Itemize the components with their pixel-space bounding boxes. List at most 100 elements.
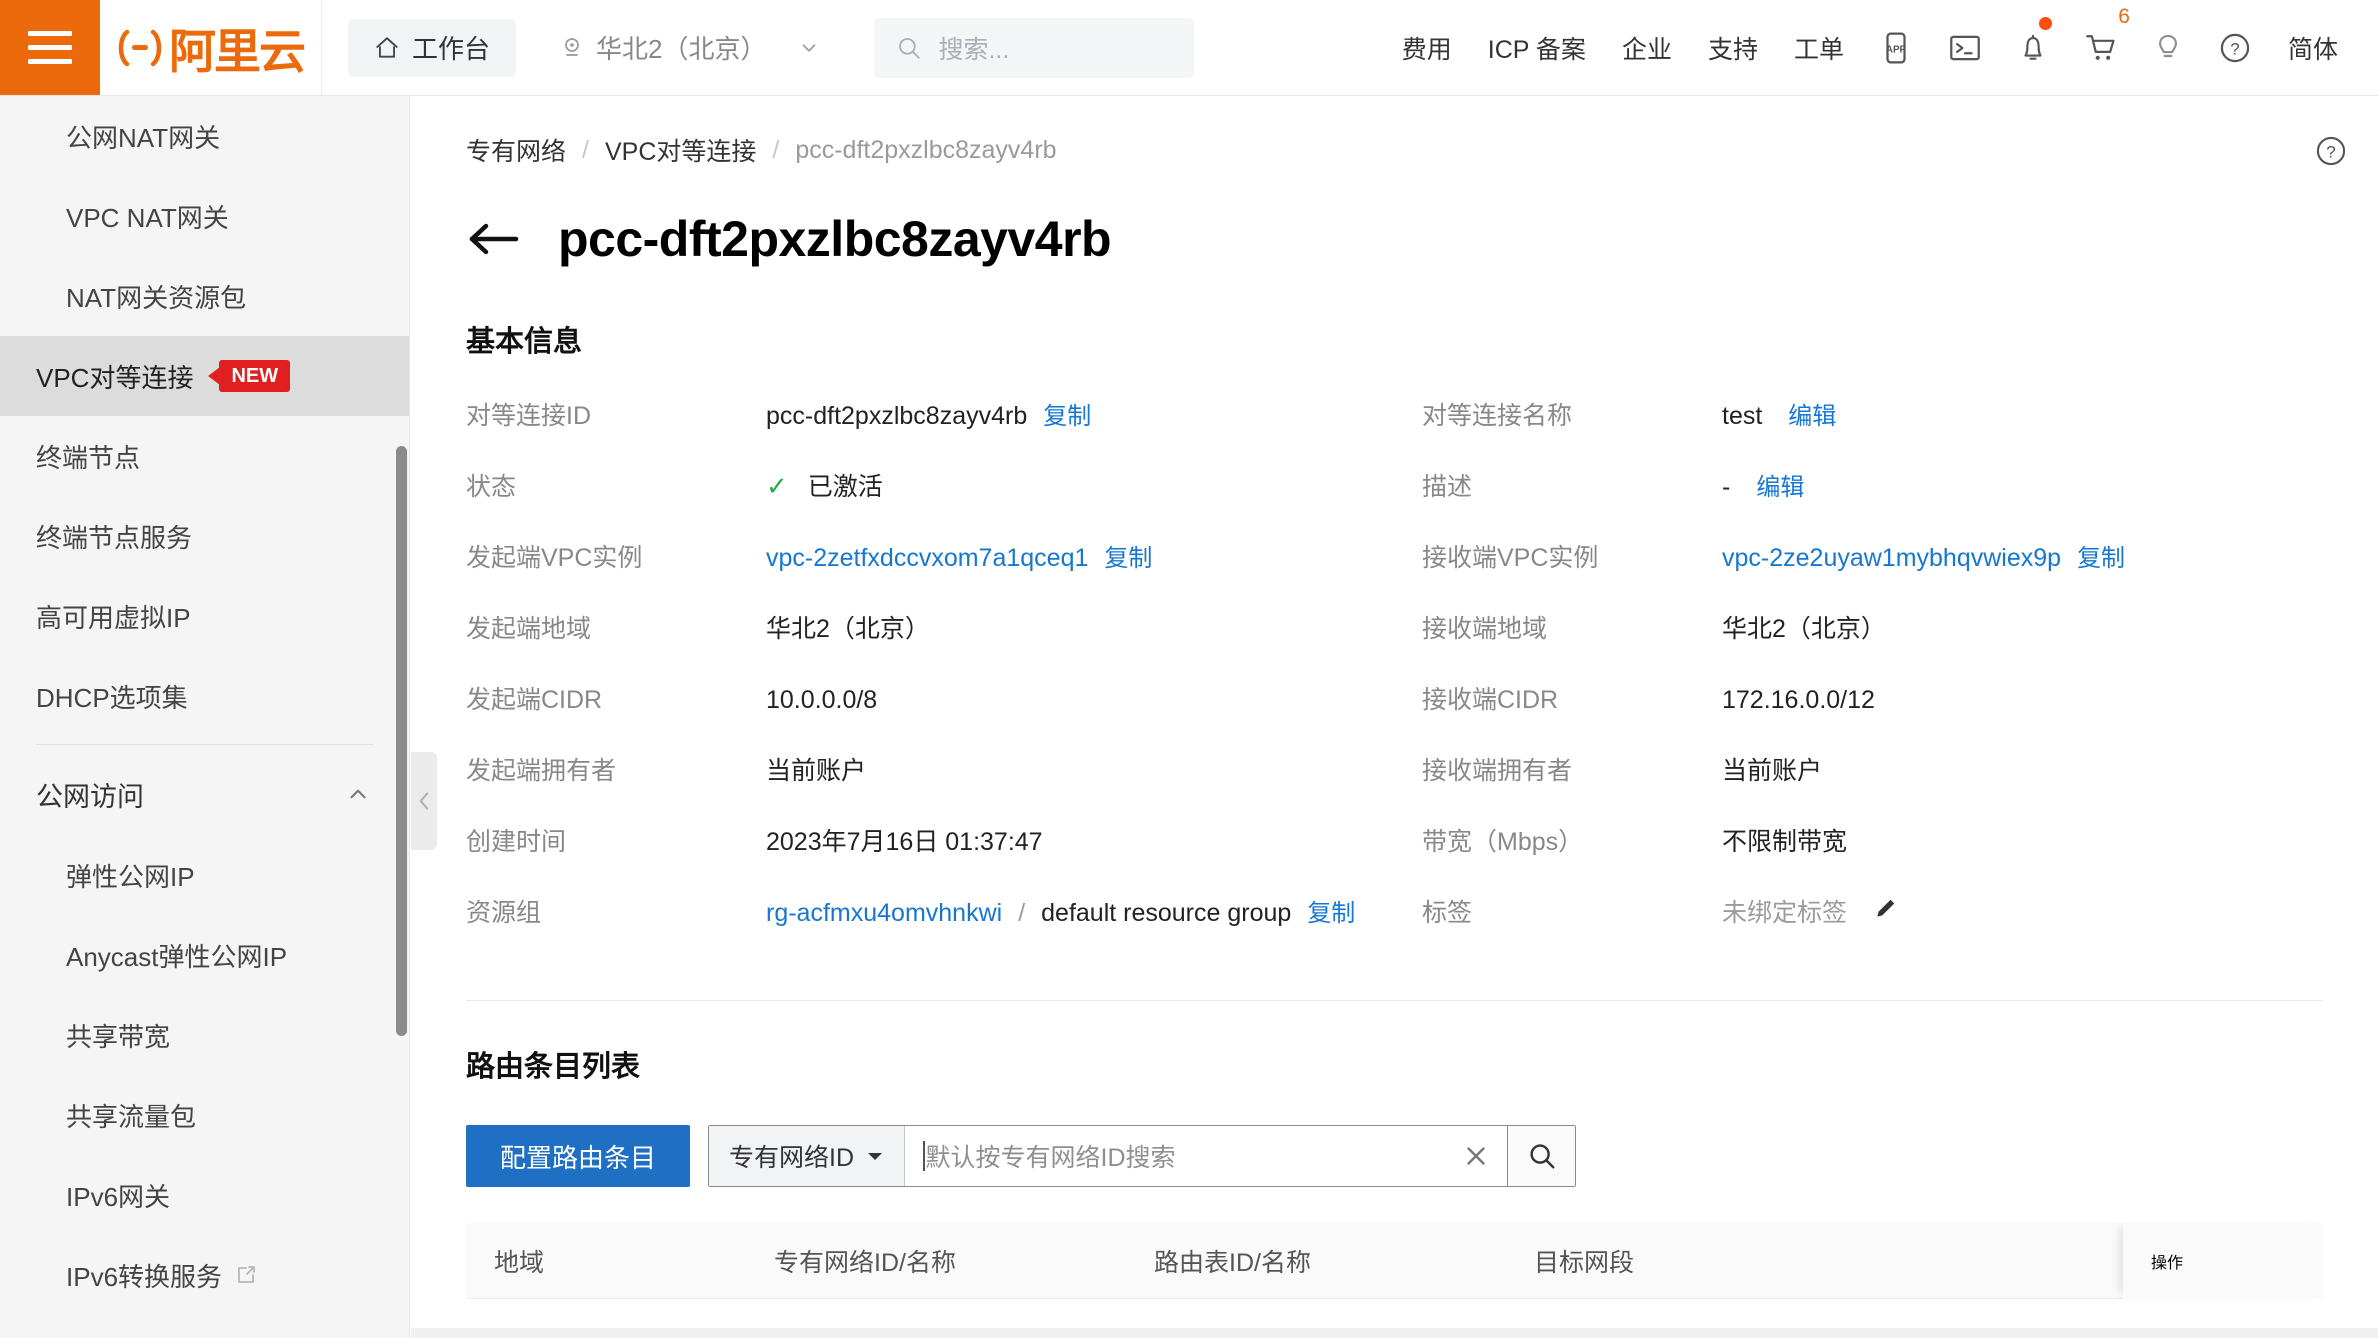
configure-route-button[interactable]: 配置路由条目 <box>466 1125 691 1187</box>
sidebar-item-vpc-nat-gateway[interactable]: VPC NAT网关 <box>0 176 409 256</box>
filter-type-select[interactable]: 专有网络ID <box>709 1126 906 1186</box>
arrow-left-icon[interactable] <box>466 217 522 261</box>
page-help-question-icon[interactable]: ? <box>2314 134 2348 173</box>
sidebar-item-eip[interactable]: 弹性公网IP <box>0 835 409 915</box>
column-header-vpc-id-name: 专有网络ID/名称 <box>774 1248 956 1277</box>
info-value: vpc-2ze2uyaw1mybhqvwiex9p 复制 <box>1722 538 2125 573</box>
route-search-group: 专有网络ID 默认按专有网络ID搜索 <box>708 1125 1577 1187</box>
info-label: 创建时间 <box>466 828 567 856</box>
svg-text:?: ? <box>2326 143 2335 162</box>
pencil-edit-icon[interactable] <box>1873 895 1899 928</box>
sidebar-item-label: 终端节点服务 <box>36 522 193 553</box>
edit-link[interactable]: 编辑 <box>1756 467 1804 502</box>
route-search-input[interactable]: 默认按专有网络ID搜索 <box>905 1126 1445 1186</box>
app-icon[interactable]: APP <box>1862 31 1930 65</box>
nav-link-enterprise[interactable]: 企业 <box>1604 30 1690 66</box>
workbench-label: 工作台 <box>412 34 491 64</box>
info-label: 状态 <box>466 473 517 501</box>
copy-link[interactable]: 复制 <box>1043 396 1091 431</box>
home-icon <box>376 36 398 58</box>
copy-link[interactable]: 复制 <box>1104 538 1152 573</box>
sidebar-group-public-access[interactable]: 公网访问 <box>0 753 409 835</box>
global-search-placeholder: 搜索... <box>938 35 1010 64</box>
alibaba-cloud-logo[interactable]: 阿里云 <box>100 0 322 95</box>
resource-group-name: default resource group <box>1041 899 1292 927</box>
close-x-icon[interactable] <box>1445 1126 1507 1186</box>
route-table: 地域 专有网络ID/名称 路由表ID/名称 目标网段 操作 没有数据 CSDN … <box>466 1222 2323 1338</box>
info-value: - 编辑 <box>1722 467 1804 502</box>
terminal-icon[interactable] <box>1930 32 2000 64</box>
workbench-button[interactable]: 工作台 <box>348 18 517 77</box>
sidebar-item-ipv6-translation[interactable]: IPv6转换服务 <box>0 1235 409 1315</box>
basic-info-right-column: 对等连接名称 test 编辑 描述 - 编辑 接收端VPC实例 vpc-2ze2… <box>1422 396 2378 964</box>
chevron-down-icon <box>868 1153 883 1160</box>
sidebar-item-label: VPC NAT网关 <box>66 202 229 233</box>
sidebar-item-endpoint[interactable]: 终端节点 <box>0 416 409 496</box>
global-search-input[interactable]: 搜索... <box>874 17 1195 78</box>
bell-notification-icon[interactable] <box>2000 16 2066 65</box>
info-row-description: 描述 - 编辑 <box>1422 467 2378 538</box>
language-selector[interactable]: 简体 <box>2270 30 2356 66</box>
sidebar-item-label: DHCP选项集 <box>36 682 188 713</box>
main-content: 专有网络 / VPC对等连接 / pcc-dft2pxzlbc8zayv4rb … <box>411 96 2378 1338</box>
region-selector[interactable]: 华北2（北京） <box>546 19 834 77</box>
info-row-source-vpc: 发起端VPC实例 vpc-2zetfxdccvxom7a1qceq1 复制 <box>466 538 1422 609</box>
info-label: 带宽（Mbps） <box>1422 828 1584 856</box>
sidebar-item-endpoint-service[interactable]: 终端节点服务 <box>0 496 409 576</box>
sidebar-item-vpc-peering[interactable]: VPC对等连接 NEW <box>0 336 409 416</box>
nav-link-icp[interactable]: ICP 备案 <box>1470 30 1604 66</box>
edit-link[interactable]: 编辑 <box>1788 396 1836 431</box>
location-pin-icon <box>565 37 579 56</box>
info-value: 不限制带宽 <box>1722 828 1848 856</box>
column-header-route-table-id-name: 路由表ID/名称 <box>1154 1248 1311 1277</box>
shopping-cart-icon[interactable]: 6 <box>2066 5 2136 65</box>
info-label: 接收端地域 <box>1422 615 1548 643</box>
sidebar-scrollbar[interactable] <box>396 446 407 1036</box>
breadcrumb-item-vpc[interactable]: 专有网络 <box>466 132 566 168</box>
sidebar-item-ipv6-gateway[interactable]: IPv6网关 <box>0 1155 409 1235</box>
hamburger-menu-icon[interactable] <box>0 0 100 95</box>
chevron-up-icon <box>350 789 366 799</box>
info-value: 当前账户 <box>766 757 867 785</box>
copy-link[interactable]: 复制 <box>2077 538 2125 573</box>
nav-link-tickets[interactable]: 工单 <box>1776 30 1862 66</box>
copy-link[interactable]: 复制 <box>1307 893 1355 928</box>
sidebar-item-public-nat-gateway[interactable]: 公网NAT网关 <box>0 96 409 176</box>
info-label: 接收端VPC实例 <box>1422 544 1599 572</box>
svg-text:?: ? <box>2230 39 2239 58</box>
info-value: ✓ 已激活 <box>766 467 883 503</box>
sidebar-item-shared-bandwidth[interactable]: 共享带宽 <box>0 995 409 1075</box>
nav-link-support[interactable]: 支持 <box>1690 30 1776 66</box>
info-value: 华北2（北京） <box>766 615 930 643</box>
sidebar-item-dhcp-options[interactable]: DHCP选项集 <box>0 656 409 736</box>
sidebar-item-shared-traffic[interactable]: 共享流量包 <box>0 1075 409 1155</box>
info-label: 资源组 <box>466 899 542 927</box>
text-caret <box>923 1141 925 1171</box>
breadcrumb-item-peering[interactable]: VPC对等连接 <box>605 132 756 168</box>
route-list-title: 路由条目列表 <box>466 1051 641 1083</box>
sidebar-collapse-handle[interactable] <box>411 752 437 850</box>
info-value: 2023年7月16日 01:37:47 <box>766 828 1043 856</box>
nav-link-fees[interactable]: 费用 <box>1384 30 1470 66</box>
region-label: 华北2（北京） <box>596 34 767 64</box>
resource-group-link[interactable]: rg-acfmxu4omvhnkwi <box>766 899 1002 928</box>
lightbulb-icon[interactable] <box>2136 31 2200 65</box>
sidebar-item-label: 公网NAT网关 <box>66 122 221 153</box>
help-question-icon[interactable]: ? <box>2200 31 2270 65</box>
info-row-created-time: 创建时间 2023年7月16日 01:37:47 <box>466 822 1422 893</box>
sidebar-divider <box>36 744 373 745</box>
sidebar-item-anycast-eip[interactable]: Anycast弹性公网IP <box>0 915 409 995</box>
info-value: pcc-dft2pxzlbc8zayv4rb 复制 <box>766 396 1091 431</box>
breadcrumb-separator: / <box>582 135 589 164</box>
info-row-accepter-vpc: 接收端VPC实例 vpc-2ze2uyaw1mybhqvwiex9p 复制 <box>1422 538 2378 609</box>
tags-value: 未绑定标签 <box>1722 899 1848 927</box>
route-search-button[interactable] <box>1507 1126 1576 1186</box>
cart-count-badge: 6 <box>2118 4 2130 28</box>
new-badge: NEW <box>219 360 291 392</box>
accepter-vpc-link[interactable]: vpc-2ze2uyaw1mybhqvwiex9p <box>1722 544 2061 573</box>
sidebar-item-nat-gateway-package[interactable]: NAT网关资源包 <box>0 256 409 336</box>
info-label: 描述 <box>1422 473 1473 501</box>
sidebar-item-ha-vip[interactable]: 高可用虚拟IP <box>0 576 409 656</box>
info-row-source-cidr: 发起端CIDR 10.0.0.0/8 <box>466 680 1422 751</box>
source-vpc-link[interactable]: vpc-2zetfxdccvxom7a1qceq1 <box>766 544 1088 573</box>
